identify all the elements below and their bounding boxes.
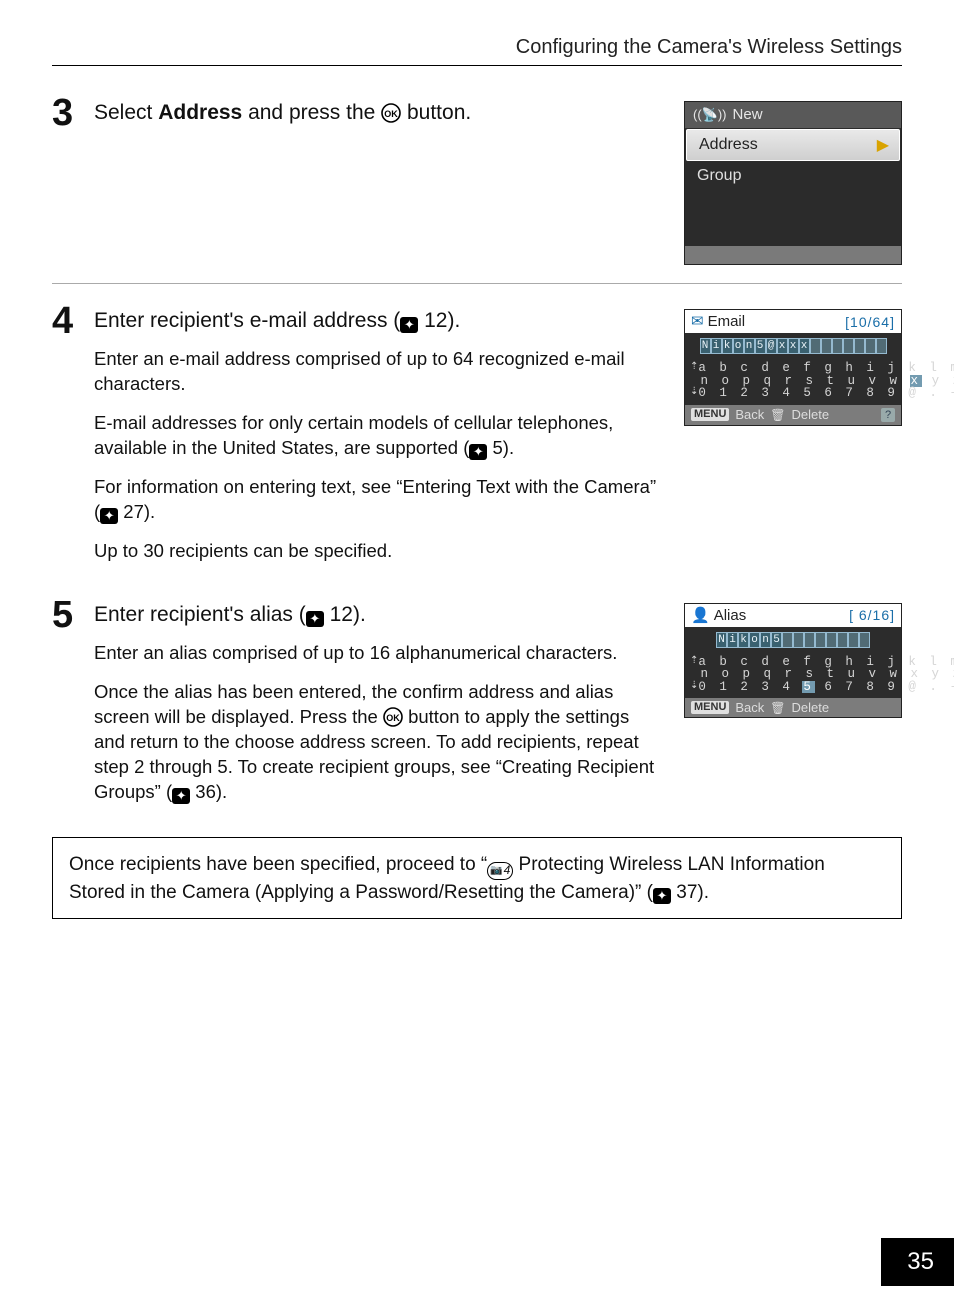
person-icon: 👤 [691, 607, 710, 624]
email-entry-field[interactable]: Nikon5@xxx....... [685, 333, 901, 359]
svg-text:OK: OK [386, 713, 400, 723]
step4-p3: For information on entering text, see “E… [94, 475, 664, 525]
step-3-number: 3 [52, 94, 94, 132]
step3-title-pre: Select [94, 101, 158, 124]
svg-text:OK: OK [384, 109, 398, 119]
step3-title-end: button. [401, 101, 471, 124]
alias-entry-counter: [ 6/16] [849, 608, 895, 622]
camera-menu-item-group[interactable]: Group [685, 162, 901, 190]
step5-p2: Once the alias has been entered, the con… [94, 680, 664, 805]
step-4: 4 Enter recipient's e-mail address (✦ 12… [52, 302, 902, 578]
antenna-icon: ((📡)) [693, 107, 727, 123]
step4-title-pre: Enter recipient's e-mail address ( [94, 309, 400, 332]
kb-row-3: 0 1 2 3 4 5 6 7 8 9 @ . – [698, 387, 954, 400]
camera-menu-title: New [733, 106, 763, 123]
delete-label[interactable]: Delete [792, 408, 830, 421]
page-ref-icon: ✦ [653, 888, 671, 904]
callout-t1: Once recipients have been specified, pro… [69, 854, 487, 875]
page-ref-icon: ✦ [100, 508, 118, 524]
camera-alias-entry: 👤Alias [ 6/16] Nikon5........ ⇡a b c d e… [684, 603, 902, 719]
chevron-right-icon: ▶ [877, 135, 889, 155]
camera-menu-footer [685, 246, 901, 264]
kb-row-3b: 6 7 8 9 @ . – [814, 681, 954, 694]
callout-badge-num: 4 [504, 862, 511, 879]
camera-menu-new: ((📡)) New Address ▶ Group [684, 101, 902, 265]
back-label[interactable]: Back [735, 701, 764, 714]
step-5: 5 Enter recipient's alias (✦ 12). Enter … [52, 596, 902, 819]
step-3: 3 Select Address and press the OK button… [52, 94, 902, 265]
step5-p2-ref: 36). [190, 781, 227, 802]
running-head: Configuring the Camera's Wireless Settin… [52, 36, 902, 59]
kb-row-3a: 0 1 2 3 4 [698, 681, 803, 694]
step4-p3-pre: For information on entering text, see “E… [94, 476, 656, 522]
page-ref-icon: ✦ [172, 788, 190, 804]
step-5-number: 5 [52, 596, 94, 634]
page-number: 35 [881, 1238, 954, 1286]
kb-row-1: a b c d e f g h i j k l m [698, 362, 954, 375]
menu-badge: MENU [691, 408, 729, 421]
step4-p3-ref: 27). [118, 501, 155, 522]
alias-entry-keyboard[interactable]: ⇡a b c d e f g h i j k l m◄► n o p q r s… [685, 653, 901, 699]
next-step-callout: Once recipients have been specified, pro… [52, 837, 902, 920]
page-ref-icon: ✦ [469, 444, 487, 460]
divider [52, 283, 902, 284]
email-entry-keyboard[interactable]: ⇡a b c d e f g h i j k l m◄► n o p q r s… [685, 359, 901, 405]
back-label[interactable]: Back [735, 408, 764, 421]
step-5-title: Enter recipient's alias (✦ 12). [94, 603, 664, 627]
ok-icon: OK [381, 103, 401, 123]
menu-badge: MENU [691, 701, 729, 714]
trash-icon: 🗑 [770, 702, 785, 714]
alias-entry-label: Alias [714, 607, 747, 624]
step4-p2: E-mail addresses for only certain models… [94, 411, 664, 461]
step3-title-post: and press the [242, 101, 381, 124]
page-ref-icon: ✦ [306, 611, 324, 627]
step-4-title: Enter recipient's e-mail address (✦ 12). [94, 309, 664, 333]
step4-title-ref: 12). [418, 309, 460, 332]
step4-p1: Enter an e-mail address comprised of up … [94, 347, 664, 397]
email-icon: ✉ [691, 313, 704, 330]
step-3-title: Select Address and press the OK button. [94, 101, 664, 125]
alias-entry-field[interactable]: Nikon5........ [685, 627, 901, 653]
page-ref-icon: ✦ [400, 317, 418, 333]
camera-menu-item-group-label: Group [697, 167, 741, 185]
email-entry-counter: [10/64] [845, 315, 895, 329]
step5-title-ref: 12). [324, 603, 366, 626]
step-4-badge-icon: 4 [487, 862, 513, 880]
help-icon[interactable]: ? [881, 408, 895, 422]
trash-icon: 🗑 [770, 409, 785, 421]
kb-row-2: n o p q r s t u v w x y z [701, 668, 954, 681]
callout-ref: 37). [671, 882, 709, 903]
step3-title-bold: Address [158, 101, 242, 124]
step4-p4: Up to 30 recipients can be specified. [94, 539, 664, 564]
step-4-number: 4 [52, 302, 94, 340]
camera-menu-item-address-label: Address [699, 136, 758, 154]
step4-p2-ref: 5). [487, 437, 514, 458]
ok-icon: OK [383, 707, 403, 727]
step5-title-pre: Enter recipient's alias ( [94, 603, 306, 626]
delete-label[interactable]: Delete [792, 701, 830, 714]
email-entry-label: Email [708, 313, 746, 330]
header-rule [52, 65, 902, 66]
camera-email-entry: ✉Email [10/64] Nikon5@xxx....... ⇡a b c … [684, 309, 902, 426]
step4-p2-pre: E-mail addresses for only certain models… [94, 412, 613, 458]
step5-p1: Enter an alias comprised of up to 16 alp… [94, 641, 664, 666]
camera-menu-header: ((📡)) New [685, 102, 901, 128]
camera-menu-item-address[interactable]: Address ▶ [686, 129, 900, 161]
